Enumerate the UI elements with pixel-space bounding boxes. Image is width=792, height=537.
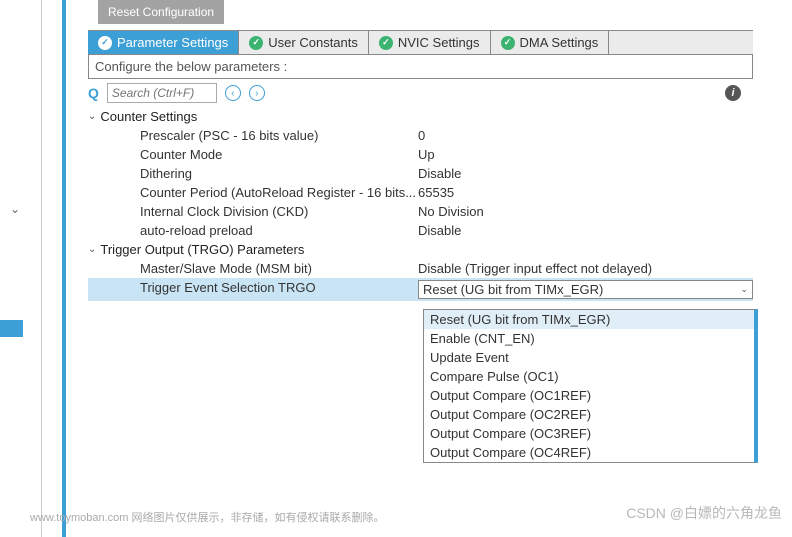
param-label: auto-reload preload: [88, 223, 418, 238]
tab-label: User Constants: [268, 35, 358, 50]
section-counter-settings[interactable]: ⌄ Counter Settings: [88, 107, 753, 126]
param-label: Counter Period (AutoReload Register - 16…: [88, 185, 418, 200]
param-label: Dithering: [88, 166, 418, 181]
trgo-dropdown-list: Reset (UG bit from TIMx_EGR) Enable (CNT…: [423, 309, 758, 463]
section-trigger-output[interactable]: ⌄ Trigger Output (TRGO) Parameters: [88, 240, 753, 259]
check-icon: ✓: [98, 36, 112, 50]
dropdown-option[interactable]: Output Compare (OC1REF): [424, 386, 754, 405]
check-icon: ✓: [379, 36, 393, 50]
param-value: Disable (Trigger input effect not delaye…: [418, 261, 652, 276]
param-value: Disable: [418, 223, 461, 238]
tab-bar: ✓ Parameter Settings ✓ User Constants ✓ …: [88, 30, 753, 55]
tab-label: Parameter Settings: [117, 35, 228, 50]
param-value: 65535: [418, 185, 454, 200]
check-icon: ✓: [249, 36, 263, 50]
param-value: Up: [418, 147, 435, 162]
param-value: No Division: [418, 204, 484, 219]
left-margin-panel: ⌄: [0, 0, 42, 537]
info-icon[interactable]: i: [725, 85, 741, 101]
param-value: Disable: [418, 166, 461, 181]
tab-user-constants[interactable]: ✓ User Constants: [239, 31, 369, 54]
param-row-trgo[interactable]: Trigger Event Selection TRGO Reset (UG b…: [88, 278, 753, 301]
selection-indicator: [0, 320, 23, 337]
search-icon[interactable]: Q: [88, 85, 99, 101]
param-label: Internal Clock Division (CKD): [88, 204, 418, 219]
param-row[interactable]: Counter Mode Up: [88, 145, 753, 164]
dropdown-option[interactable]: Output Compare (OC3REF): [424, 424, 754, 443]
tab-label: DMA Settings: [520, 35, 599, 50]
trgo-dropdown[interactable]: Reset (UG bit from TIMx_EGR) ⌄: [418, 280, 753, 299]
dropdown-option[interactable]: Output Compare (OC2REF): [424, 405, 754, 424]
reset-configuration-button[interactable]: Reset Configuration: [98, 0, 224, 24]
search-prev-button[interactable]: ‹: [225, 85, 241, 101]
dropdown-option[interactable]: Compare Pulse (OC1): [424, 367, 754, 386]
param-label: Prescaler (PSC - 16 bits value): [88, 128, 418, 143]
tab-dma-settings[interactable]: ✓ DMA Settings: [491, 31, 610, 54]
tab-parameter-settings[interactable]: ✓ Parameter Settings: [88, 31, 239, 54]
dropdown-value: Reset (UG bit from TIMx_EGR): [423, 282, 603, 297]
section-title: Trigger Output (TRGO) Parameters: [100, 242, 304, 257]
param-row[interactable]: auto-reload preload Disable: [88, 221, 753, 240]
chevron-down-icon: ⌄: [88, 111, 96, 122]
watermark-bottom: www.toymoban.com 网络图片仅供展示，非存储，如有侵权请联系删除。: [30, 509, 384, 525]
tab-nvic-settings[interactable]: ✓ NVIC Settings: [369, 31, 491, 54]
param-label: Counter Mode: [88, 147, 418, 162]
param-row[interactable]: Counter Period (AutoReload Register - 16…: [88, 183, 753, 202]
search-next-button[interactable]: ›: [249, 85, 265, 101]
dropdown-option[interactable]: Output Compare (OC4REF): [424, 443, 754, 462]
tab-label: NVIC Settings: [398, 35, 480, 50]
dropdown-option[interactable]: Enable (CNT_EN): [424, 329, 754, 348]
search-input[interactable]: [107, 83, 217, 103]
chevron-down-icon: ⌄: [740, 284, 748, 295]
chevron-down-icon: ⌄: [88, 244, 96, 255]
check-icon: ✓: [501, 36, 515, 50]
param-row[interactable]: Internal Clock Division (CKD) No Divisio…: [88, 202, 753, 221]
param-row[interactable]: Dithering Disable: [88, 164, 753, 183]
param-value: 0: [418, 128, 425, 143]
param-label: Trigger Event Selection TRGO: [88, 280, 418, 299]
dropdown-option[interactable]: Reset (UG bit from TIMx_EGR): [424, 310, 754, 329]
chevron-down-icon[interactable]: ⌄: [10, 202, 20, 216]
watermark-right: CSDN @白嫖的六角龙鱼: [626, 503, 782, 523]
dropdown-option[interactable]: Update Event: [424, 348, 754, 367]
param-label: Master/Slave Mode (MSM bit): [88, 261, 418, 276]
instruction-text: Configure the below parameters :: [88, 55, 753, 79]
param-row[interactable]: Master/Slave Mode (MSM bit) Disable (Tri…: [88, 259, 753, 278]
param-row[interactable]: Prescaler (PSC - 16 bits value) 0: [88, 126, 753, 145]
section-title: Counter Settings: [100, 109, 197, 124]
